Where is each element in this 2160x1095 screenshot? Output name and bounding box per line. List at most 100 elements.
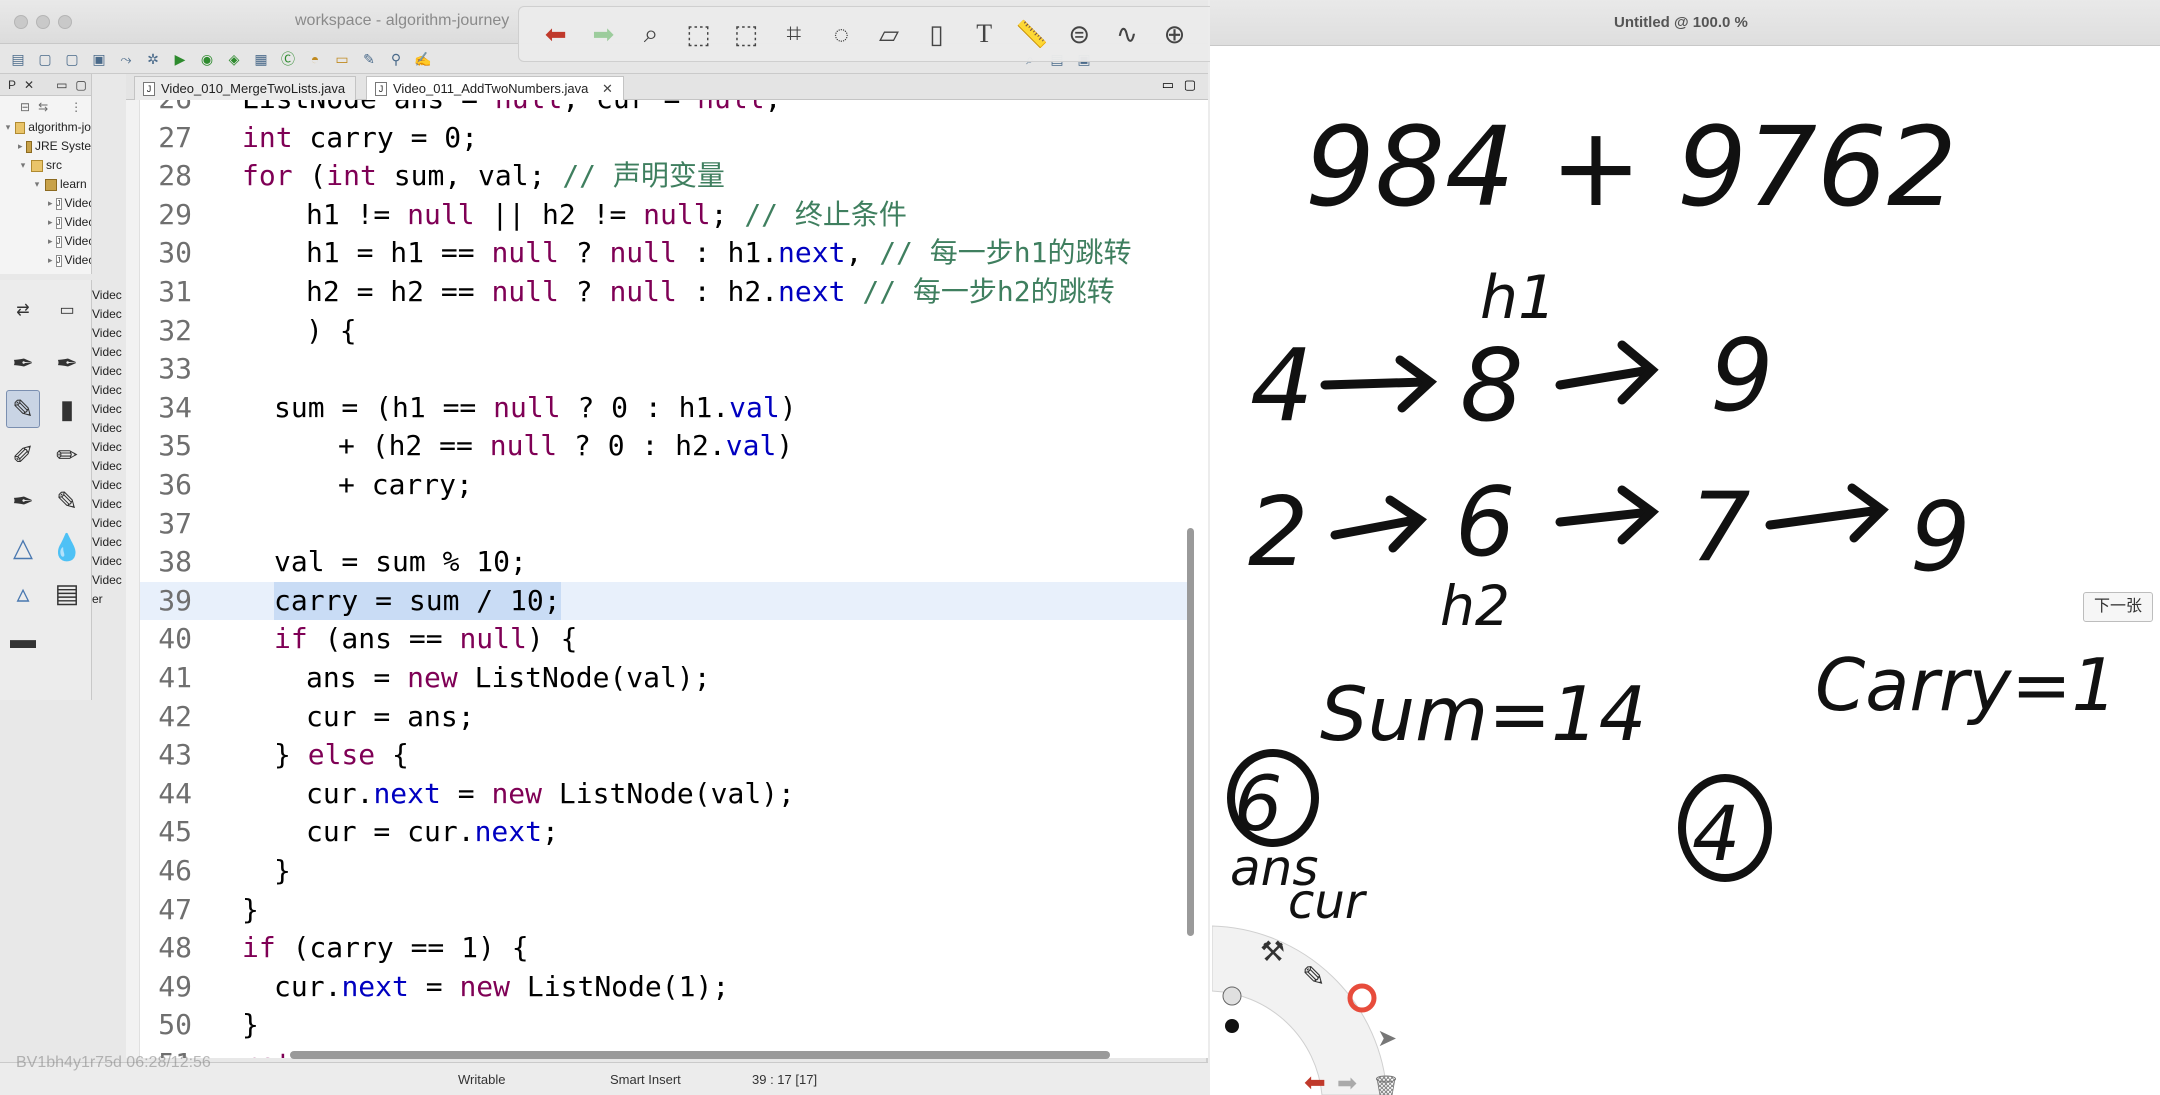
collapse-all-icon[interactable]: ⊟ <box>20 100 30 114</box>
drop-icon[interactable]: 💧 <box>50 528 84 566</box>
code-line[interactable]: 35 + (h2 == null ? 0 : h2.val) <box>140 427 1190 465</box>
layout-icon[interactable]: ▭ <box>50 296 84 324</box>
terminal-icon[interactable]: ▣ <box>89 50 109 68</box>
trash-icon[interactable]: 🗑 <box>1372 1074 1400 1095</box>
code-line[interactable]: 28 for (int sum, val; // 声明变量 <box>140 157 1190 195</box>
code-line[interactable]: 33 <box>140 350 1190 388</box>
grid-icon[interactable]: ⊕ <box>1158 17 1192 51</box>
chevron-down-icon[interactable]: ▾ <box>32 175 42 194</box>
tree-item-file[interactable]: ▸ J Videc <box>0 232 91 251</box>
maximize-editor-icon[interactable]: ▢ <box>1184 77 1196 93</box>
chevron-right-icon[interactable]: ▸ <box>48 213 53 232</box>
list-item[interactable]: Videc <box>92 362 124 381</box>
close-window-button[interactable] <box>14 15 28 29</box>
list-item[interactable]: Videc <box>92 476 124 495</box>
code-line[interactable]: 46} <box>140 852 1190 890</box>
chevron-right-icon[interactable]: ▸ <box>18 137 23 156</box>
open-type-icon[interactable]: ◓ <box>305 50 325 68</box>
code-line[interactable]: 44 cur.next = new ListNode(val); <box>140 775 1190 813</box>
zoom-window-button[interactable] <box>58 15 72 29</box>
list-item[interactable]: Videc <box>92 495 124 514</box>
code-line[interactable]: 36 + carry; <box>140 466 1190 504</box>
code-line[interactable]: 39 carry = sum / 10; <box>140 581 1190 620</box>
list-item[interactable]: er <box>92 590 124 609</box>
transform-icon[interactable]: ▱ <box>872 17 906 51</box>
next-page-button[interactable]: 下一张 <box>2083 592 2153 622</box>
undo-icon[interactable]: ⬅ <box>539 17 573 51</box>
tree-item-jre[interactable]: ▸ JRE Syste <box>0 137 91 156</box>
chevron-down-icon[interactable]: ▾ <box>18 156 28 175</box>
link-editor-icon[interactable]: ⇆ <box>38 100 48 114</box>
undo-icon[interactable]: ⬅ <box>1304 1067 1326 1095</box>
eraser-icon[interactable]: ▬ <box>6 620 40 658</box>
quill-icon[interactable]: ✎ <box>50 482 84 520</box>
list-item[interactable]: Videc <box>92 514 124 533</box>
open-folder-icon[interactable]: ▭ <box>332 50 352 68</box>
pattern-icon[interactable]: ⊜ <box>1063 17 1097 51</box>
code-line[interactable]: 26 ListNode ans = null, cur = null; <box>140 100 1190 118</box>
radial-tool-menu[interactable]: ⚒ ✎ ➤ ⬅ ➡ 🗑 <box>1212 906 1442 1095</box>
list-item[interactable]: Videc <box>92 400 124 419</box>
coverage-icon[interactable]: ◉ <box>197 50 217 68</box>
code-line[interactable]: 27 int carry = 0; <box>140 119 1190 157</box>
tree-item-file[interactable]: ▸ J Videc <box>0 251 91 270</box>
maximize-view-icon[interactable]: ▢ <box>75 74 86 95</box>
code-line[interactable]: 42 cur = ans; <box>140 698 1190 736</box>
code-line[interactable]: 32) { <box>140 312 1190 350</box>
code-line[interactable]: 45 cur = cur.next; <box>140 813 1190 851</box>
list-item[interactable]: Videc <box>92 457 124 476</box>
minimize-window-button[interactable] <box>36 15 50 29</box>
list-item[interactable]: Videc <box>92 571 124 590</box>
code-line[interactable]: 49 cur.next = new ListNode(1); <box>140 968 1190 1006</box>
lasso-icon[interactable]: ◌ <box>825 17 859 51</box>
pencil-icon[interactable]: ✏ <box>50 436 84 474</box>
list-item[interactable]: Videc <box>92 533 124 552</box>
adjust-icon[interactable]: ⇄ <box>6 296 40 324</box>
fountain-pen-icon[interactable]: ✒ <box>6 344 40 382</box>
chevron-right-icon[interactable]: ▸ <box>48 194 53 213</box>
tree-item-file[interactable]: ▸ J Videc <box>0 194 91 213</box>
close-tab-icon[interactable]: ✕ <box>602 81 613 96</box>
brush-icon[interactable]: ✐ <box>6 436 40 474</box>
highlighter-icon[interactable]: ▮ <box>50 390 84 428</box>
list-item[interactable]: Videc <box>92 343 124 362</box>
tree-item-project[interactable]: ▾ algorithm-jo <box>0 118 91 137</box>
code-line[interactable]: 37 <box>140 505 1190 543</box>
code-line[interactable]: 29 h1 != null || h2 != null; // 终止条件 <box>140 196 1190 234</box>
new-file-icon[interactable]: ▤ <box>8 50 28 68</box>
pointer-icon[interactable]: ➤ <box>1377 1025 1397 1052</box>
fill-icon[interactable]: ▯ <box>920 17 954 51</box>
code-line[interactable]: 43} else { <box>140 736 1190 774</box>
save-icon[interactable]: ▢ <box>35 50 55 68</box>
list-item[interactable]: Videc <box>92 552 124 571</box>
code-line[interactable]: 34 sum = (h1 == null ? 0 : h1.val) <box>140 389 1190 427</box>
list-item[interactable]: Videc <box>92 438 124 457</box>
list-item[interactable]: Videc <box>92 305 124 324</box>
code-line[interactable]: 30 h1 = h1 == null ? null : h1.next, // 每… <box>140 234 1190 272</box>
select-rect-icon[interactable]: ⬚ <box>682 17 716 51</box>
zoom-icon[interactable]: ⌕ <box>634 17 668 51</box>
ruler-icon[interactable]: 📏 <box>1015 17 1049 51</box>
text-icon[interactable]: T <box>967 17 1001 51</box>
tree-item-src[interactable]: ▾ src <box>0 156 91 175</box>
view-menu-icon[interactable]: ⋮ <box>70 100 82 114</box>
horizontal-scrollbar[interactable] <box>290 1051 1110 1059</box>
chevron-right-icon[interactable]: ▸ <box>48 251 53 270</box>
code-line[interactable]: 50} <box>140 1006 1190 1044</box>
code-editor[interactable]: 26 ListNode ans = null, cur = null; 27 int … <box>126 100 1208 1058</box>
print-icon[interactable]: ▢ <box>62 50 82 68</box>
run-icon[interactable]: ▶ <box>170 50 190 68</box>
tree-item-learn[interactable]: ▾ learn <box>0 175 91 194</box>
external-tools-icon[interactable]: ◈ <box>224 50 244 68</box>
close-icon[interactable]: ✕ <box>24 74 34 95</box>
code-line[interactable]: 40 if (ans == null) { <box>140 620 1190 658</box>
list-item[interactable]: Videc <box>92 381 124 400</box>
color-swatch-black[interactable] <box>1225 1019 1239 1033</box>
list-item[interactable]: Videc <box>92 286 124 305</box>
tab-add-two-numbers[interactable]: J Video_011_AddTwoNumbers.java ✕ <box>366 76 624 100</box>
toggle-mark-icon[interactable]: ✎ <box>359 50 379 68</box>
tool-tips-icon[interactable]: ⚒ <box>1260 936 1285 967</box>
triangle-icon[interactable]: △ <box>6 528 40 566</box>
debug-icon[interactable]: ✲ <box>143 50 163 68</box>
new-package-icon[interactable]: ▦ <box>251 50 271 68</box>
